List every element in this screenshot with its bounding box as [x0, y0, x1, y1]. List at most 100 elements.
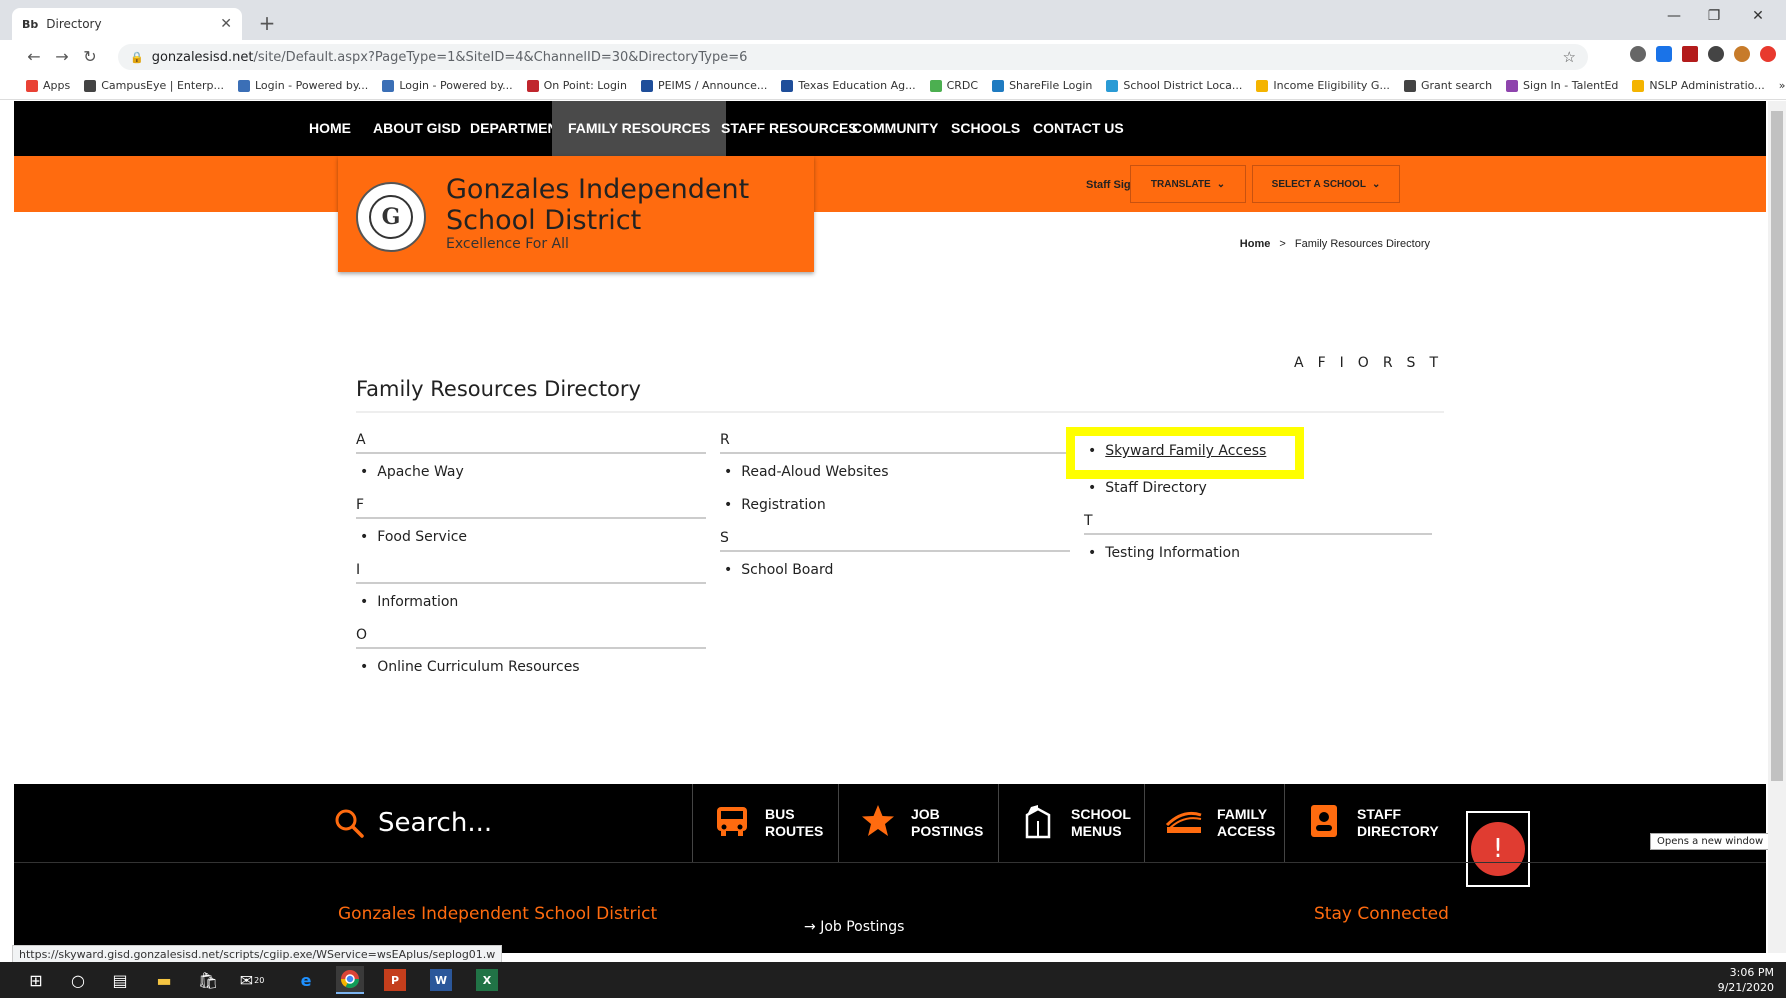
letter-link-r[interactable]: R	[1383, 355, 1393, 371]
page-title: Family Resources Directory	[356, 377, 641, 401]
tab-favicon: Bb	[22, 17, 39, 31]
bookmark-item[interactable]: Apps	[26, 79, 70, 92]
footer-job-postings-link[interactable]: → Job Postings	[804, 919, 904, 935]
pdf-extension-icon[interactable]	[1682, 46, 1698, 62]
directory-link[interactable]: Testing Information	[1084, 545, 1432, 578]
bookmark-item[interactable]: CRDC	[929, 79, 978, 92]
nav-item-contact-us[interactable]: CONTACT US	[1033, 101, 1124, 156]
district-logo-box[interactable]: G Gonzales Independent School District E…	[338, 156, 814, 272]
letter-link-s[interactable]: S	[1407, 355, 1416, 371]
mail-icon[interactable]: ✉ 20	[238, 966, 266, 994]
restore-icon[interactable]: ❐	[1694, 8, 1734, 24]
website: HOME ABOUT GISD DEPARTMENTS FAMILY RESOURCE…	[14, 101, 1766, 953]
select-school-button[interactable]: SELECT A SCHOOL ⌄	[1252, 165, 1400, 203]
extension-icon[interactable]	[1630, 46, 1646, 62]
nav-item-home[interactable]: HOME	[309, 101, 351, 156]
bookmark-favicon-icon	[1403, 79, 1416, 92]
directory-link[interactable]: Registration	[720, 497, 1070, 530]
bookmark-item[interactable]: Grant search	[1403, 79, 1492, 92]
new-window-tooltip: Opens a new window	[1650, 833, 1771, 850]
scrollbar-thumb[interactable]	[1771, 111, 1783, 781]
powerpoint-icon[interactable]: P	[384, 969, 406, 991]
store-icon[interactable]: 🛍	[194, 966, 222, 994]
bookmark-item[interactable]: Sign In - TalentEd	[1506, 79, 1618, 92]
letter-heading: T	[1084, 513, 1432, 535]
nav-item-schools[interactable]: SCHOOLS	[951, 101, 1020, 156]
letter-link-t[interactable]: T	[1429, 355, 1438, 371]
directory-link[interactable]: Online Curriculum Resources	[356, 659, 706, 692]
letter-heading: R	[720, 432, 1070, 454]
profile-avatar[interactable]	[1734, 46, 1750, 62]
footer-search[interactable]: Search...	[334, 808, 492, 838]
nav-item-about-gisd[interactable]: ABOUT GISD	[373, 101, 461, 156]
url-input[interactable]: 🔒 gonzalesisd.net /site/Default.aspx?Pag…	[118, 44, 1588, 70]
quick-link-job-postings[interactable]: JOB POSTINGS	[838, 784, 998, 862]
bookmark-favicon-icon	[84, 79, 97, 92]
bookmark-item[interactable]: CampusEye | Enterp...	[84, 79, 224, 92]
star-icon	[859, 803, 897, 843]
bookmark-item[interactable]: Texas Education Ag...	[781, 79, 916, 92]
tab-close-icon[interactable]: ✕	[220, 16, 232, 32]
bookmark-item[interactable]: Income Eligibility G...	[1256, 79, 1390, 92]
directory-link[interactable]: Staff Directory	[1084, 480, 1432, 513]
quick-link-school-menus[interactable]: SCHOOL MENUS	[998, 784, 1144, 862]
extension-icon[interactable]	[1656, 46, 1672, 62]
bookmark-label: Texas Education Ag...	[798, 79, 916, 92]
nav-item-staff-resources[interactable]: STAFF RESOURCES	[721, 101, 858, 156]
letter-link-a[interactable]: A	[1294, 355, 1304, 371]
bookmark-item[interactable]: Login - Powered by...	[382, 79, 513, 92]
window-close-icon[interactable]: ✕	[1738, 8, 1778, 24]
page-scrollbar[interactable]	[1768, 101, 1786, 953]
translate-button[interactable]: TRANSLATE ⌄	[1130, 165, 1246, 203]
word-icon[interactable]: W	[430, 969, 452, 991]
excel-icon[interactable]: X	[476, 969, 498, 991]
stay-connected-heading: Stay Connected	[1314, 904, 1449, 924]
bookmark-item[interactable]: NSLP Administratio...	[1632, 79, 1765, 92]
forward-icon[interactable]: →	[48, 47, 76, 66]
letter-link-f[interactable]: F	[1318, 355, 1326, 371]
file-explorer-icon[interactable]: ▬	[150, 966, 178, 994]
back-icon[interactable]: ←	[20, 47, 48, 66]
lock-icon: 🔒	[130, 50, 144, 64]
windows-start-icon[interactable]: ⊞	[22, 966, 50, 994]
bookmarks-bar: Apps CampusEye | Enterp... Login - Powered…	[0, 72, 1786, 100]
bookmark-item[interactable]: ShareFile Login	[992, 79, 1092, 92]
quick-link-bus-routes[interactable]: BUS ROUTES	[692, 784, 838, 862]
browser-tab[interactable]: Bb Directory ✕	[12, 8, 242, 40]
bookmark-favicon-icon	[1506, 79, 1519, 92]
task-view-icon[interactable]: ▤	[106, 966, 134, 994]
breadcrumb: Home > Family Resources Directory	[1240, 238, 1430, 250]
bookmarks-overflow-icon[interactable]: »	[1779, 79, 1786, 92]
new-tab-button[interactable]: +	[254, 10, 280, 36]
search-circle-icon[interactable]: ○	[64, 966, 92, 994]
nav-item-family-resources[interactable]: FAMILY RESOURCES	[552, 101, 727, 156]
opera-icon[interactable]	[1760, 46, 1776, 62]
nav-item-community[interactable]: COMMUNITY	[852, 101, 938, 156]
letter-link-i[interactable]: I	[1340, 355, 1344, 371]
breadcrumb-home[interactable]: Home	[1240, 238, 1271, 250]
bookmark-item[interactable]: On Point: Login	[526, 79, 627, 92]
directory-link[interactable]: Food Service	[356, 529, 706, 562]
alert-button[interactable]: !	[1466, 811, 1530, 887]
bookmark-item[interactable]: PEIMS / Announce...	[640, 79, 767, 92]
bookmark-favicon-icon	[26, 79, 38, 92]
reload-icon[interactable]: ↻	[76, 47, 104, 66]
quick-link-family-access[interactable]: FAMILY ACCESS	[1144, 784, 1284, 862]
directory-link[interactable]: School Board	[720, 562, 1070, 595]
district-name: Gonzales Independent School District	[446, 174, 750, 236]
taskbar-clock[interactable]: 3:06 PM 9/21/2020	[1718, 965, 1774, 995]
bookmark-item[interactable]: School District Loca...	[1106, 79, 1242, 92]
letter-link-o[interactable]: O	[1358, 355, 1369, 371]
directory-link[interactable]: Read-Aloud Websites	[720, 464, 1070, 497]
chrome-icon[interactable]	[336, 966, 364, 994]
directory-link[interactable]: Information	[356, 594, 706, 627]
quick-link-staff-directory[interactable]: STAFF DIRECTORY	[1284, 784, 1439, 862]
browser-tabstrip: Bb Directory ✕ + — ❐ ✕	[0, 0, 1786, 40]
bookmark-star-icon[interactable]: ☆	[1563, 48, 1576, 66]
edge-icon[interactable]: e	[292, 966, 320, 994]
bookmark-label: Sign In - TalentEd	[1523, 79, 1619, 92]
bookmark-item[interactable]: Login - Powered by...	[237, 79, 368, 92]
minimize-icon[interactable]: —	[1654, 8, 1694, 24]
puzzle-icon[interactable]	[1708, 46, 1724, 62]
directory-link[interactable]: Apache Way	[356, 464, 706, 497]
